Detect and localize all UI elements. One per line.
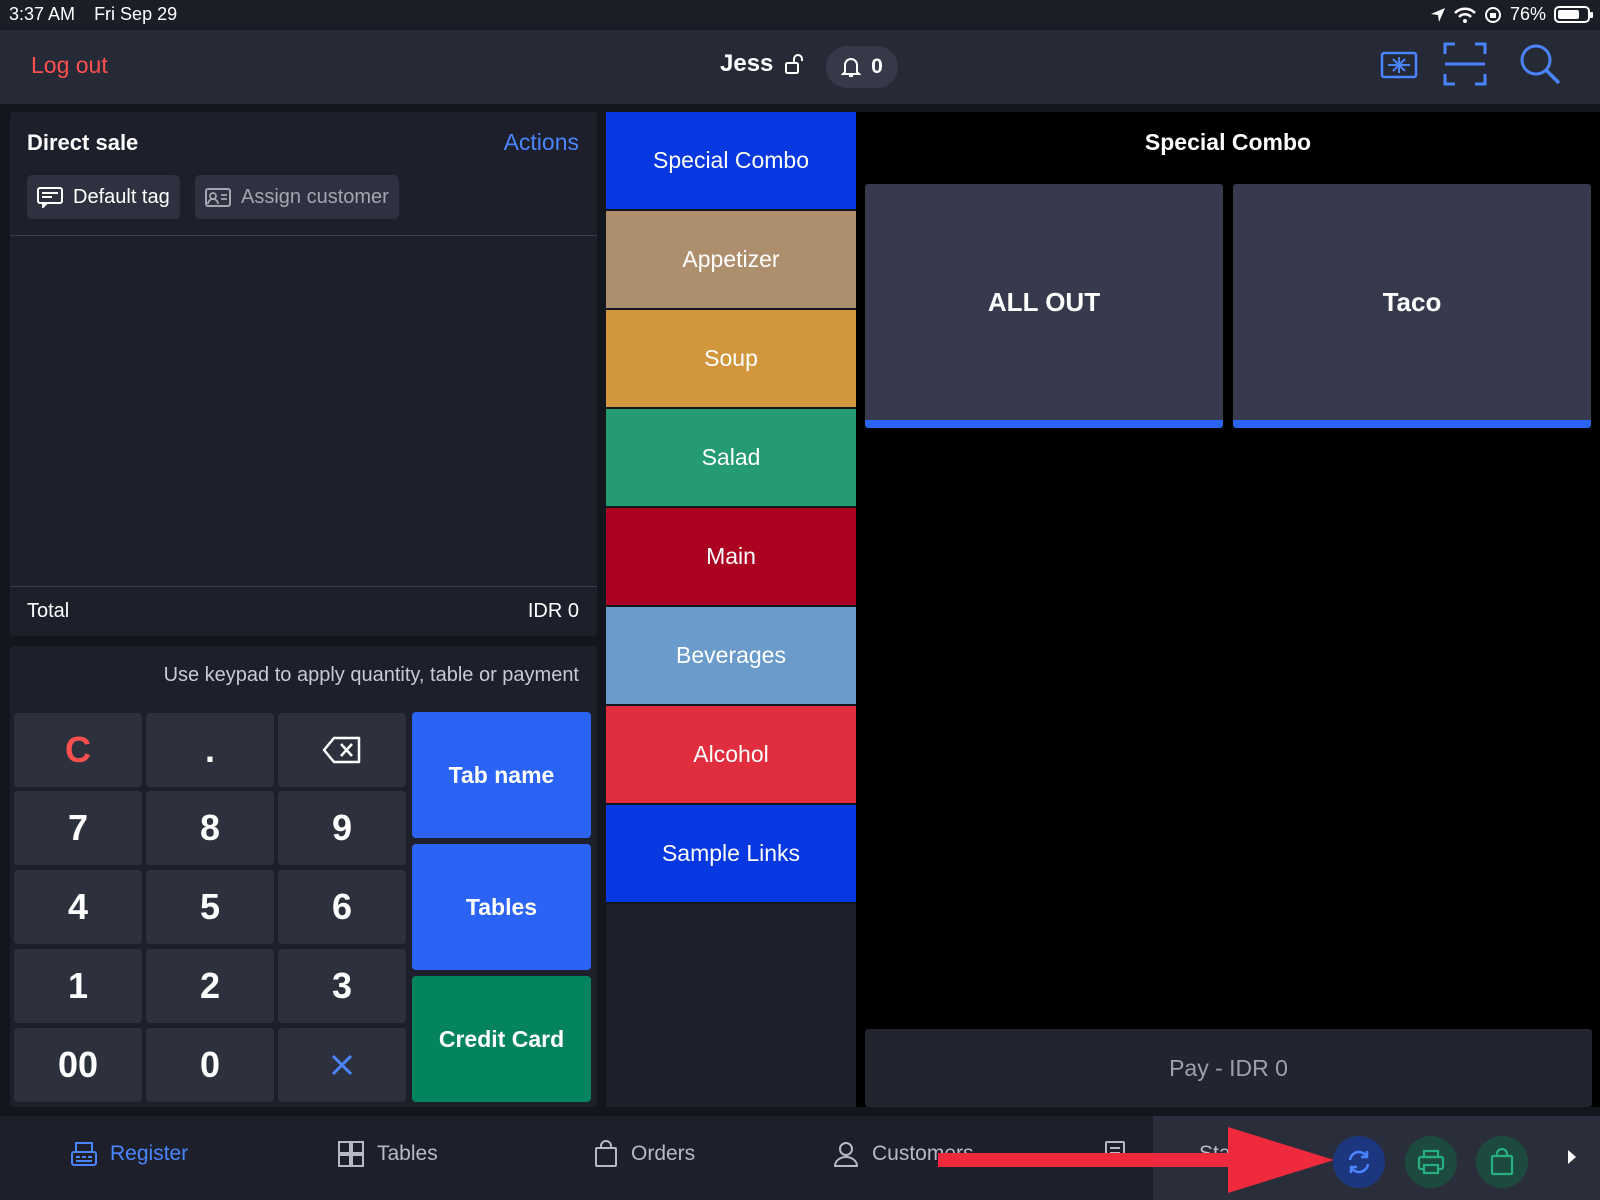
pay-button[interactable]: Pay - IDR 0 — [865, 1029, 1592, 1107]
battery-percent: 76% — [1509, 4, 1546, 24]
scan-icon[interactable] — [1443, 42, 1487, 86]
user-badge[interactable]: Jess — [720, 50, 805, 78]
total-value: IDR 0 — [527, 600, 579, 622]
tab-customers-label: Customers — [872, 1142, 974, 1165]
default-tag-label: Default tag — [73, 185, 170, 208]
wifi-icon — [1454, 7, 1476, 23]
rotation-lock-icon — [1484, 6, 1501, 23]
location-icon — [1430, 7, 1445, 22]
key-backspace[interactable] — [278, 713, 406, 787]
tab-orders[interactable]: Orders — [593, 1140, 695, 1168]
status-bar: 3:37 AM Fri Sep 29 76% — [0, 0, 1600, 30]
key-clear[interactable]: C — [14, 713, 142, 787]
printer-icon — [1417, 1149, 1445, 1175]
user-name: Jess — [720, 50, 774, 77]
sync-icon — [1348, 1150, 1370, 1174]
key-9[interactable]: 9 — [278, 791, 406, 865]
tab-register[interactable]: Register — [70, 1140, 188, 1168]
category-alcohol[interactable]: Alcohol — [606, 706, 856, 805]
bell-icon — [841, 58, 862, 77]
credit-card-button[interactable]: Credit Card — [412, 976, 591, 1102]
search-icon[interactable] — [1518, 42, 1562, 86]
tab-name-button[interactable]: Tab name — [412, 712, 591, 838]
product-tile-taco[interactable]: Taco — [1233, 184, 1591, 428]
tab-status[interactable]: Status — [1103, 1140, 1259, 1168]
keypad-hint: Use keypad to apply quantity, table or p… — [163, 664, 579, 686]
notifications-button[interactable]: 0 — [826, 46, 898, 88]
gift-card-icon[interactable] — [1380, 50, 1418, 80]
tables-button[interactable]: Tables — [412, 844, 591, 970]
print-button[interactable] — [1405, 1136, 1457, 1188]
customer-card-icon — [205, 188, 231, 207]
key-0[interactable]: 0 — [146, 1028, 274, 1102]
tab-tables[interactable]: Tables — [337, 1140, 438, 1168]
key-1[interactable]: 1 — [14, 949, 142, 1023]
unlock-icon — [785, 54, 804, 74]
tag-icon — [37, 187, 63, 208]
category-sample-links[interactable]: Sample Links — [606, 805, 856, 904]
battery-icon — [1554, 6, 1593, 23]
category-beverages[interactable]: Beverages — [606, 607, 856, 706]
receipt-icon — [1105, 1141, 1125, 1167]
sync-button[interactable] — [1333, 1136, 1385, 1188]
order-items-area — [10, 236, 597, 586]
category-soup[interactable]: Soup — [606, 310, 856, 409]
tab-tables-label: Tables — [377, 1142, 438, 1165]
product-tile-all-out[interactable]: ALL OUT — [865, 184, 1223, 428]
order-title: Direct sale — [27, 130, 139, 155]
category-special-combo[interactable]: Special Combo — [606, 112, 856, 211]
key-decimal[interactable]: . — [146, 713, 274, 787]
tab-customers[interactable]: Customers — [832, 1140, 974, 1168]
key-7[interactable]: 7 — [14, 791, 142, 865]
status-date: Fri Sep 29 — [94, 4, 178, 24]
assign-customer-button[interactable]: Assign customer — [195, 175, 399, 219]
register-icon — [71, 1142, 97, 1166]
tab-status-label: Status — [1199, 1142, 1259, 1165]
backspace-icon — [322, 736, 361, 764]
category-salad[interactable]: Salad — [606, 409, 856, 508]
bottom-tab-bar: Register Tables Orders Customers Status — [0, 1116, 1600, 1200]
order-panel: Direct sale Actions Default tag Assign c… — [10, 112, 597, 636]
bag-button[interactable] — [1476, 1136, 1528, 1188]
product-area: Special Combo ALL OUT Taco Pay - IDR 0 — [856, 112, 1600, 1107]
key-00[interactable]: 00 — [14, 1028, 142, 1102]
assign-customer-label: Assign customer — [241, 185, 389, 208]
bag-icon — [1490, 1148, 1514, 1176]
key-2[interactable]: 2 — [146, 949, 274, 1023]
total-divider — [10, 586, 597, 587]
keypad-panel: Use keypad to apply quantity, table or p… — [10, 646, 597, 1107]
multiply-icon — [331, 1054, 353, 1076]
key-4[interactable]: 4 — [14, 870, 142, 944]
tab-orders-label: Orders — [631, 1142, 696, 1165]
tab-register-label: Register — [110, 1142, 189, 1165]
default-tag-button[interactable]: Default tag — [27, 175, 180, 219]
chevron-right-icon[interactable] — [1565, 1148, 1579, 1166]
key-6[interactable]: 6 — [278, 870, 406, 944]
category-appetizer[interactable]: Appetizer — [606, 211, 856, 310]
status-time: 3:37 AM — [9, 4, 76, 24]
total-label: Total — [27, 600, 70, 622]
header: Log out Jess 0 — [0, 30, 1600, 104]
key-8[interactable]: 8 — [146, 791, 274, 865]
shopping-bag-icon — [595, 1140, 617, 1167]
logout-button[interactable]: Log out — [31, 52, 108, 79]
key-3[interactable]: 3 — [278, 949, 406, 1023]
person-icon — [833, 1142, 859, 1167]
product-category-title: Special Combo — [1144, 129, 1312, 155]
key-multiply[interactable] — [278, 1028, 406, 1102]
key-5[interactable]: 5 — [146, 870, 274, 944]
notification-count: 0 — [871, 55, 883, 78]
tables-grid-icon — [338, 1141, 364, 1167]
category-main[interactable]: Main — [606, 508, 856, 607]
actions-button[interactable]: Actions — [504, 129, 579, 156]
category-list: Special Combo Appetizer Soup Salad Main … — [606, 112, 856, 1107]
